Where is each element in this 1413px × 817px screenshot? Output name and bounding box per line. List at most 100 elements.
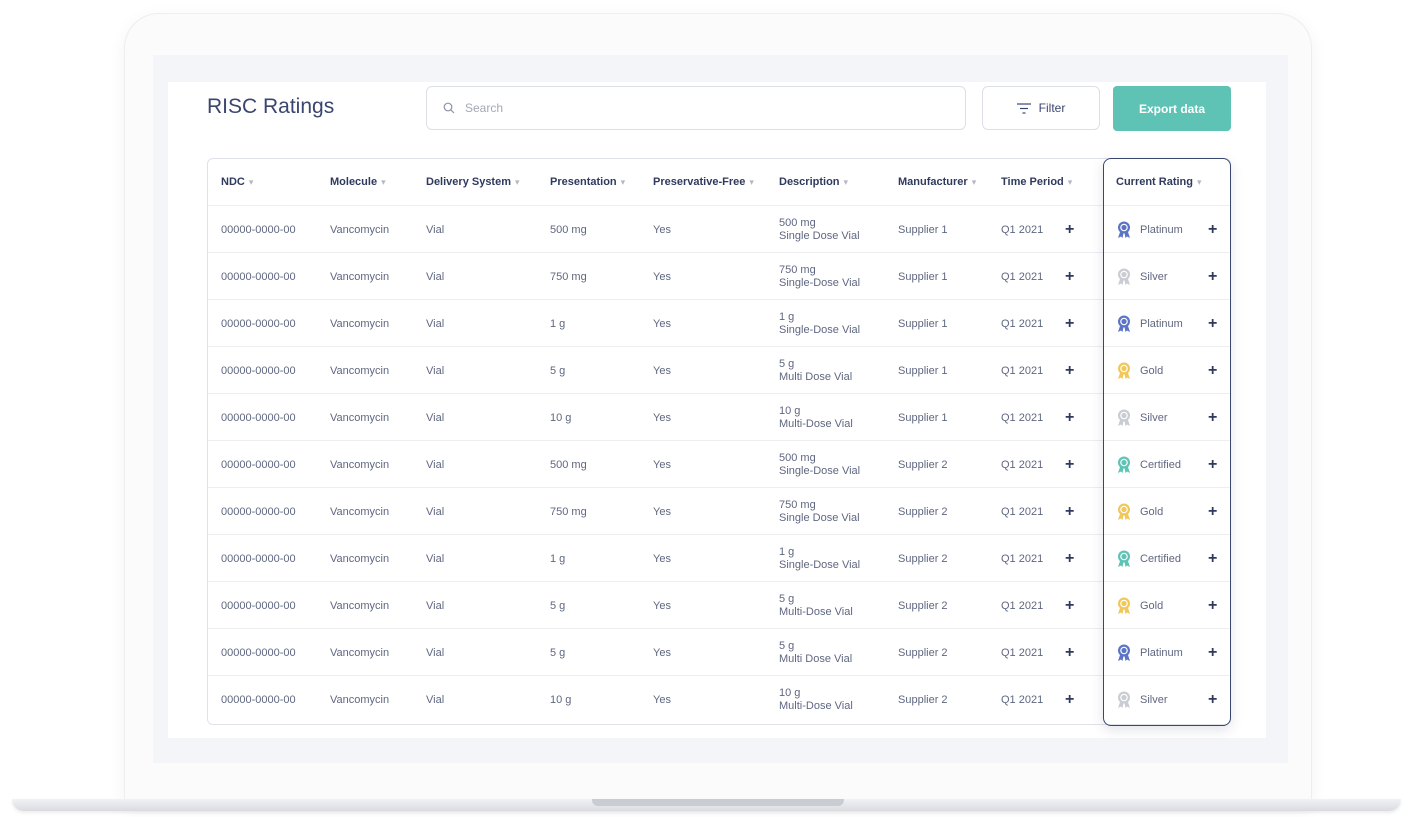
column-header-label: Presentation bbox=[550, 176, 617, 188]
description-type: Single-Dose Vial bbox=[779, 464, 861, 477]
ndc-text: 00000-0000-00 bbox=[221, 552, 296, 565]
sort-caret-icon: ▾ bbox=[515, 176, 520, 187]
description-amount: 5 g bbox=[779, 357, 795, 370]
manufacturer-text: Supplier 2 bbox=[898, 505, 948, 518]
table-row[interactable]: 00000-0000-00 Vancomycin Vial 500 mg Yes 500 … bbox=[208, 205, 1230, 253]
preservative-free-text: Yes bbox=[653, 552, 671, 565]
column-header-preservative-free[interactable]: Preservative-Free ▾ bbox=[653, 159, 754, 205]
column-header-description[interactable]: Description ▾ bbox=[779, 159, 848, 205]
table-row[interactable]: 00000-0000-00 Vancomycin Vial 5 g Yes 5 g Mult… bbox=[208, 628, 1230, 676]
cell-ndc: 00000-0000-00 bbox=[221, 535, 296, 582]
presentation-text: 1 g bbox=[550, 317, 566, 330]
table-row[interactable]: 00000-0000-00 Vancomycin Vial 1 g Yes 1 g Sing… bbox=[208, 299, 1230, 347]
description-amount: 500 mg bbox=[779, 451, 816, 464]
add-time-period-plus-icon[interactable]: + bbox=[1065, 409, 1074, 427]
add-time-period-plus-icon[interactable]: + bbox=[1065, 315, 1074, 333]
table-row[interactable]: 00000-0000-00 Vancomycin Vial 10 g Yes 10 g Mu… bbox=[208, 675, 1230, 723]
cell-presentation: 5 g bbox=[550, 629, 565, 676]
time-period-text: Q1 2021 bbox=[1001, 552, 1044, 565]
cell-ndc: 00000-0000-00 bbox=[221, 441, 296, 488]
column-header-time-period[interactable]: Time Period ▾ bbox=[1001, 159, 1072, 205]
cell-delivery-system: Vial bbox=[426, 441, 444, 488]
column-header-delivery-system[interactable]: Delivery System ▾ bbox=[426, 159, 520, 205]
column-header-molecule[interactable]: Molecule ▾ bbox=[330, 159, 386, 205]
manufacturer-text: Supplier 1 bbox=[898, 411, 948, 424]
molecule-text: Vancomycin bbox=[330, 599, 390, 612]
filter-button[interactable]: Filter bbox=[982, 86, 1100, 130]
cell-molecule: Vancomycin bbox=[330, 629, 389, 676]
cell-manufacturer: Supplier 1 bbox=[898, 206, 948, 253]
table-row[interactable]: 00000-0000-00 Vancomycin Vial 10 g Yes 10 g Mu… bbox=[208, 393, 1230, 441]
cell-delivery-system: Vial bbox=[426, 300, 444, 347]
cell-description: 1 g Single-Dose Vial bbox=[779, 300, 860, 347]
presentation-text: 750 mg bbox=[550, 270, 587, 283]
add-time-period-plus-icon[interactable]: + bbox=[1065, 503, 1074, 521]
molecule-text: Vancomycin bbox=[330, 317, 390, 330]
sort-caret-icon: ▾ bbox=[843, 176, 849, 187]
table-row[interactable]: 00000-0000-00 Vancomycin Vial 500 mg Yes 500 … bbox=[208, 440, 1230, 488]
presentation-text: 10 g bbox=[550, 411, 572, 424]
time-period-text: Q1 2021 bbox=[1001, 505, 1044, 518]
cell-preservative-free: Yes bbox=[653, 582, 671, 629]
table-row[interactable]: 00000-0000-00 Vancomycin Vial 5 g Yes 5 g Mult… bbox=[208, 346, 1230, 394]
column-header-label: Manufacturer bbox=[898, 176, 968, 188]
cell-delivery-system: Vial bbox=[426, 582, 444, 629]
page-title: RISC Ratings bbox=[207, 95, 335, 118]
molecule-text: Vancomycin bbox=[330, 458, 390, 471]
time-period-text: Q1 2021 bbox=[1001, 411, 1044, 424]
cell-manufacturer: Supplier 2 bbox=[898, 441, 948, 488]
table-row[interactable]: 00000-0000-00 Vancomycin Vial 750 mg Yes 750 … bbox=[208, 252, 1230, 300]
preservative-free-text: Yes bbox=[653, 599, 671, 612]
cell-manufacturer: Supplier 1 bbox=[898, 394, 948, 441]
search-bar[interactable] bbox=[426, 86, 966, 130]
preservative-free-text: Yes bbox=[653, 270, 671, 283]
column-header-ndc[interactable]: NDC ▾ bbox=[221, 159, 253, 205]
add-time-period-plus-icon[interactable]: + bbox=[1065, 268, 1074, 286]
add-time-period-plus-icon[interactable]: + bbox=[1065, 691, 1074, 709]
column-header-presentation[interactable]: Presentation ▾ bbox=[550, 159, 625, 205]
description-type: Multi Dose Vial bbox=[779, 370, 853, 383]
molecule-text: Vancomycin bbox=[330, 223, 390, 236]
preservative-free-text: Yes bbox=[653, 317, 671, 330]
table-row[interactable]: 00000-0000-00 Vancomycin Vial 1 g Yes 1 g Sing… bbox=[208, 534, 1230, 582]
add-time-period-plus-icon[interactable]: + bbox=[1065, 597, 1074, 615]
cell-presentation: 10 g bbox=[550, 676, 571, 723]
export-data-button[interactable]: Export data bbox=[1113, 86, 1231, 131]
add-time-period-plus-icon[interactable]: + bbox=[1065, 550, 1074, 568]
search-input[interactable] bbox=[463, 100, 927, 116]
description-amount: 750 mg bbox=[779, 498, 816, 511]
table-row[interactable]: 00000-0000-00 Vancomycin Vial 5 g Yes 5 g Mult… bbox=[208, 581, 1230, 629]
cell-molecule: Vancomycin bbox=[330, 253, 389, 300]
cell-manufacturer: Supplier 1 bbox=[898, 300, 948, 347]
column-header-label: Time Period bbox=[1001, 176, 1064, 188]
presentation-text: 500 mg bbox=[550, 223, 587, 236]
delivery-system-text: Vial bbox=[426, 693, 445, 706]
cell-presentation: 1 g bbox=[550, 535, 565, 582]
manufacturer-text: Supplier 1 bbox=[898, 223, 948, 236]
table-row[interactable]: 00000-0000-00 Vancomycin Vial 750 mg Yes 750 … bbox=[208, 487, 1230, 535]
add-time-period-plus-icon[interactable]: + bbox=[1065, 456, 1074, 474]
presentation-text: 1 g bbox=[550, 552, 566, 565]
cell-delivery-system: Vial bbox=[426, 629, 444, 676]
sort-caret-icon: ▾ bbox=[749, 176, 754, 187]
cell-preservative-free: Yes bbox=[653, 488, 671, 535]
cell-molecule: Vancomycin bbox=[330, 394, 389, 441]
add-time-period-plus-icon[interactable]: + bbox=[1065, 644, 1074, 662]
cell-delivery-system: Vial bbox=[426, 676, 444, 723]
add-time-period-plus-icon[interactable]: + bbox=[1065, 221, 1074, 239]
manufacturer-text: Supplier 1 bbox=[898, 317, 948, 330]
ndc-text: 00000-0000-00 bbox=[221, 223, 296, 236]
cell-preservative-free: Yes bbox=[653, 394, 671, 441]
column-header-label: Delivery System bbox=[426, 176, 511, 188]
column-header-manufacturer[interactable]: Manufacturer ▾ bbox=[898, 159, 976, 205]
molecule-text: Vancomycin bbox=[330, 646, 390, 659]
sort-caret-icon: ▾ bbox=[381, 176, 386, 187]
manufacturer-text: Supplier 1 bbox=[898, 364, 948, 377]
preservative-free-text: Yes bbox=[653, 411, 671, 424]
column-header-label: NDC bbox=[221, 176, 245, 188]
add-time-period-plus-icon[interactable]: + bbox=[1065, 362, 1074, 380]
cell-manufacturer: Supplier 2 bbox=[898, 488, 948, 535]
description-type: Single-Dose Vial bbox=[779, 276, 861, 289]
cell-preservative-free: Yes bbox=[653, 253, 671, 300]
description-amount: 1 g bbox=[779, 310, 795, 323]
